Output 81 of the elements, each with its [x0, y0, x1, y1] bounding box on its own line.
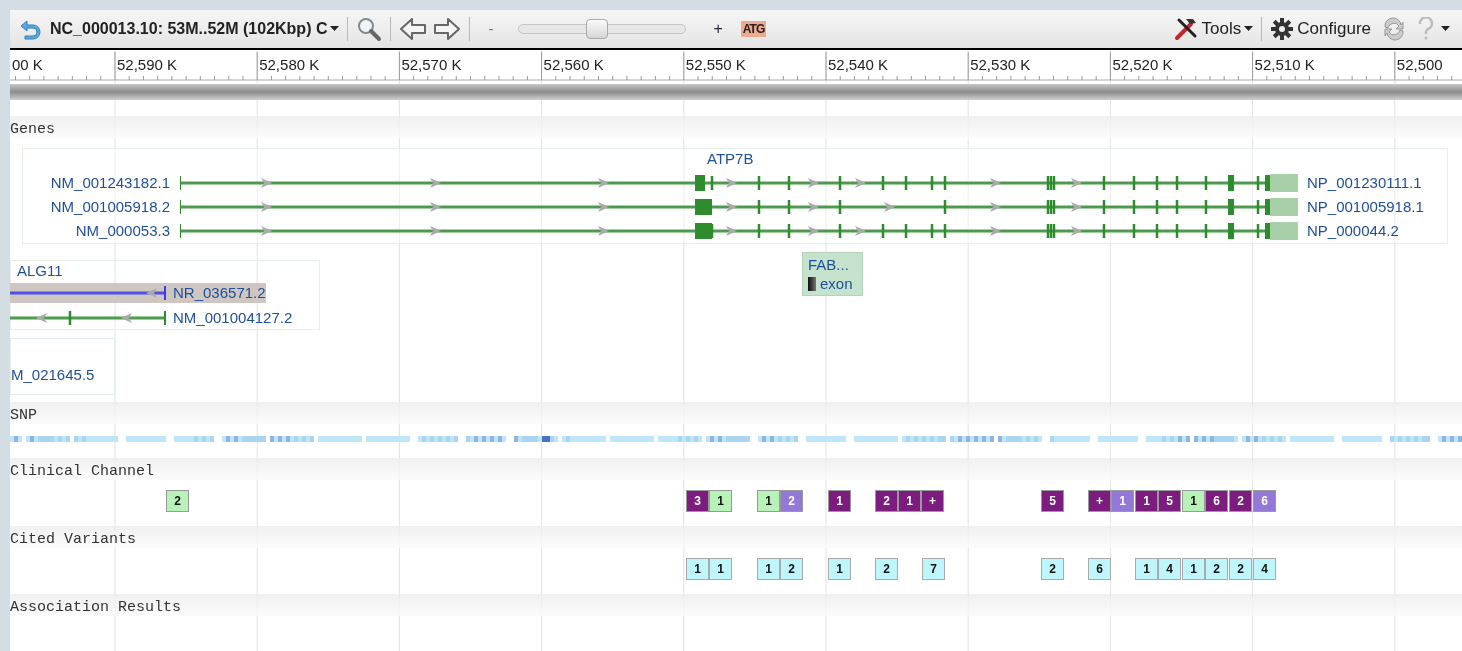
search-icon[interactable] [356, 16, 383, 42]
left-arrow-icon[interactable] [399, 17, 428, 41]
ruler-label: 52,510 K [1254, 56, 1315, 74]
gene-name: ALG11 [17, 262, 63, 280]
transcript-label[interactable]: M_021645.5 [11, 366, 95, 384]
variant-marker[interactable]: 1 [757, 558, 780, 580]
track-title: Cited Variants [10, 531, 137, 548]
clinical-marker[interactable]: 2 [1229, 490, 1252, 512]
track-title: Genes [10, 121, 55, 138]
clinical-marker[interactable]: 1 [898, 490, 921, 512]
variant-marker[interactable]: 2 [780, 558, 803, 580]
clinical-marker[interactable]: 1 [709, 490, 732, 512]
ruler-label: 52,580 K [259, 56, 320, 74]
variant-marker[interactable]: 2 [1229, 558, 1252, 580]
feature-label: FAB... [808, 255, 850, 274]
variant-marker[interactable]: 4 [1253, 558, 1276, 580]
variant-marker[interactable]: 1 [1135, 558, 1158, 580]
help-button[interactable] [1417, 17, 1450, 41]
clinical-marker[interactable]: + [921, 490, 944, 512]
ruler-label: 52,520 K [1112, 56, 1173, 74]
clinical-marker[interactable]: 1 [757, 490, 780, 512]
clinical-marker[interactable]: + [1088, 490, 1111, 512]
ruler-label: 52,560 K [543, 56, 604, 74]
protein-label[interactable]: NP_000044.2 [1307, 222, 1399, 240]
variant-marker[interactable]: 2 [1041, 558, 1064, 580]
clinical-marker[interactable]: 2 [166, 490, 189, 512]
ruler-label: 52,540 K [828, 56, 889, 74]
transcript-label[interactable]: NM_001004127.2 [173, 309, 293, 327]
track-title: Association Results [10, 599, 182, 616]
variant-marker[interactable]: 2 [1205, 558, 1228, 580]
gene-name: ATP7B [707, 150, 754, 168]
help-icon [1417, 17, 1435, 41]
tools-button[interactable]: Tools [1172, 16, 1254, 42]
caret-icon [1441, 26, 1450, 32]
clinical-marker[interactable]: 1 [1182, 490, 1205, 512]
configure-button[interactable]: Configure [1270, 16, 1371, 42]
tools-icon [1172, 16, 1199, 42]
variant-marker[interactable]: 1 [828, 558, 851, 580]
variant-marker[interactable]: 6 [1088, 558, 1111, 580]
ruler-label: 52,590 K [117, 56, 178, 74]
legend-label: exon [820, 274, 853, 293]
clinical-marker[interactable]: 1 [1135, 490, 1158, 512]
transcript-label[interactable]: NM_001005918.2 [10, 198, 170, 216]
variant-marker[interactable]: 4 [1158, 558, 1181, 580]
variant-marker[interactable]: 1 [686, 558, 709, 580]
legend-swatch [808, 276, 816, 291]
clinical-marker[interactable]: 5 [1158, 490, 1181, 512]
transcript-label[interactable]: NM_001243182.1 [10, 174, 170, 192]
clinical-marker[interactable]: 2 [875, 490, 898, 512]
feature-box[interactable]: FAB... exon [802, 252, 863, 296]
ruler-label: 52,570 K [401, 56, 462, 74]
track-title: Clinical Channel [10, 463, 155, 480]
zoom-in-button[interactable]: + [713, 17, 723, 41]
variant-marker[interactable]: 1 [709, 558, 732, 580]
ruler-label: 52,530 K [970, 56, 1031, 74]
transcript-label[interactable]: NM_000053.3 [10, 222, 170, 240]
clinical-marker[interactable]: 3 [686, 490, 709, 512]
caret-icon [1244, 26, 1254, 32]
ruler-label: 52,550 K [685, 56, 746, 74]
back-icon[interactable] [18, 18, 42, 40]
ruler-label: 00 K [12, 56, 43, 74]
clinical-marker[interactable]: 5 [1041, 490, 1064, 512]
location-dropdown[interactable]: NC_000013.10: 53M..52M (102Kbp) C [50, 17, 340, 41]
clinical-marker[interactable]: 6 [1205, 490, 1228, 512]
right-arrow-icon[interactable] [433, 17, 462, 41]
variant-marker[interactable]: 2 [875, 558, 898, 580]
variant-marker[interactable]: 1 [1182, 558, 1205, 580]
clinical-marker[interactable]: 1 [1111, 490, 1134, 512]
caret-icon [330, 26, 340, 32]
sequence-button[interactable]: ATG [740, 21, 767, 37]
clinical-marker[interactable]: 1 [828, 490, 851, 512]
protein-label[interactable]: NP_001230111.1 [1307, 174, 1422, 192]
slider-thumb[interactable] [586, 19, 609, 39]
protein-label[interactable]: NP_001005918.1 [1307, 198, 1424, 216]
clinical-marker[interactable]: 2 [780, 490, 803, 512]
clinical-marker[interactable]: 6 [1253, 490, 1276, 512]
track-title: SNP [10, 407, 37, 424]
zoom-out-button[interactable]: - [488, 17, 494, 41]
ruler-label: 52,500 [1396, 56, 1443, 74]
variant-marker[interactable]: 7 [922, 558, 945, 580]
gear-icon [1270, 17, 1295, 41]
